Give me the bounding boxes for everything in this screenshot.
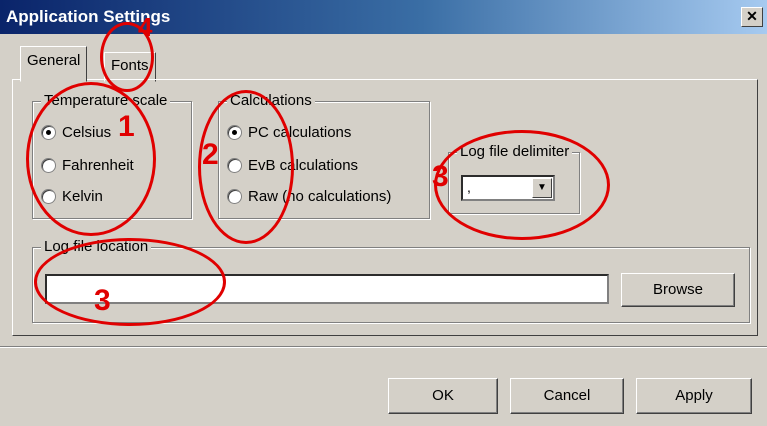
close-icon: ✕ [746,8,758,24]
apply-button-label: Apply [675,387,713,404]
browse-button-label: Browse [652,281,704,298]
tab-general-label: General [27,52,81,69]
annotation-ellipse-3a [434,130,610,240]
annotation-number-3a: 3 [432,160,449,193]
annotation-ellipse-3b [34,238,226,326]
browse-button[interactable]: Browse [621,273,735,307]
ok-button-label: OK [432,387,454,404]
annotation-number-2: 2 [202,138,219,171]
annotation-ellipse-1 [26,82,156,236]
footer-separator [0,346,767,348]
ok-button[interactable]: OK [388,378,498,414]
annotation-number-1: 1 [118,110,135,143]
close-button[interactable]: ✕ [741,7,763,27]
apply-button[interactable]: Apply [636,378,752,414]
annotation-number-3b: 3 [94,284,111,317]
annotation-number-4: 4 [138,12,153,42]
cancel-button-label: Cancel [543,387,591,404]
tab-general[interactable]: General [20,46,88,82]
cancel-button[interactable]: Cancel [510,378,624,414]
